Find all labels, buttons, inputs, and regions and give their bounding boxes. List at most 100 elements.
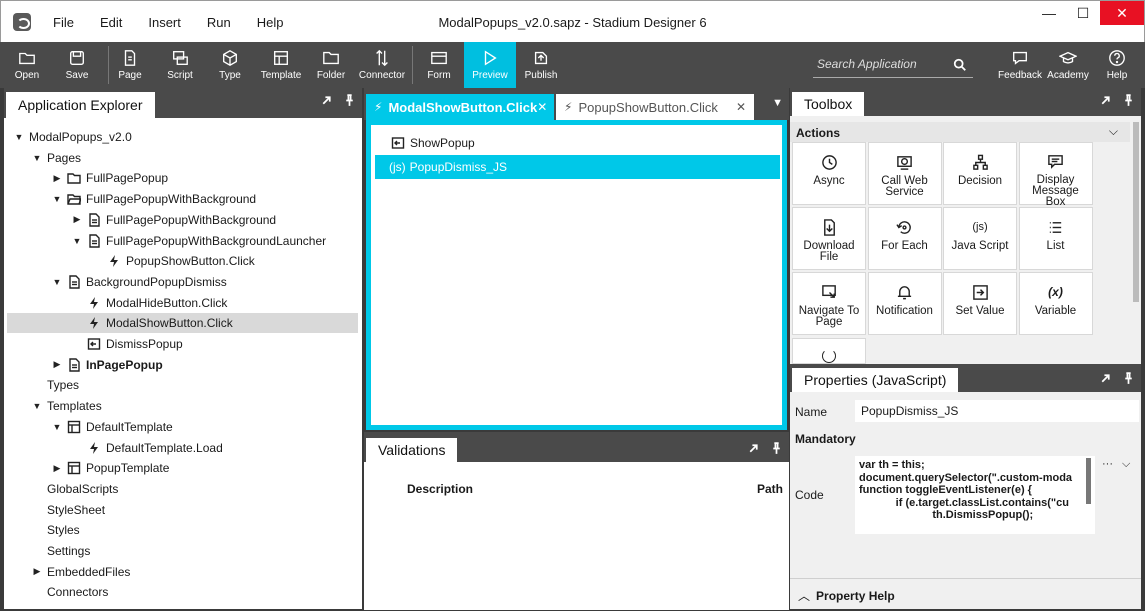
float-icon[interactable]: [747, 442, 760, 455]
close-button[interactable]: ✕: [1100, 1, 1144, 25]
expand-right-icon[interactable]: ▶: [51, 172, 63, 184]
page-button[interactable]: Page: [112, 42, 148, 88]
tree-item[interactable]: Styles: [7, 520, 358, 540]
tree-item[interactable]: StyleSheet: [7, 500, 358, 520]
tree-item[interactable]: ▼ Templates: [7, 396, 358, 416]
window-controls: — ☐ ✕: [1032, 1, 1144, 25]
expand-down-icon[interactable]: ▼: [13, 131, 25, 143]
toolbox-item-download-file[interactable]: Download File: [792, 207, 866, 270]
tree-item[interactable]: ▶ EmbeddedFiles: [7, 562, 358, 582]
close-tab-icon[interactable]: ✕: [537, 100, 547, 114]
open-button[interactable]: Open: [8, 42, 46, 88]
tab-overflow-icon[interactable]: ▼: [772, 97, 783, 109]
toolbox-item-display-message-box[interactable]: Display Message Box: [1018, 142, 1093, 208]
toolbox-item-label: Java Script: [951, 240, 1009, 252]
tree-item[interactable]: ▶ FullPagePopup: [7, 168, 358, 188]
toolbox-item-variable[interactable]: (x) Variable: [1018, 272, 1093, 335]
expand-down-icon[interactable]: ▼: [51, 193, 63, 205]
code-line-showpopup[interactable]: ShowPopup: [375, 131, 475, 155]
tree-item[interactable]: ModalShowButton.Click: [7, 313, 358, 334]
tree-item[interactable]: Connectors: [7, 582, 358, 602]
expand-right-icon[interactable]: ▶: [71, 214, 83, 226]
toolbox-item-notification[interactable]: Notification: [867, 272, 942, 335]
toolbox-item-set-value[interactable]: Set Value: [943, 272, 1017, 335]
pin-icon[interactable]: [343, 94, 356, 107]
page-icon: [120, 48, 140, 68]
folder-icon: [67, 171, 81, 185]
tab-modalshowbutton-click[interactable]: ⚡ ModalShowButton.Click ✕: [366, 94, 554, 120]
float-icon[interactable]: [1099, 94, 1112, 107]
tree-item[interactable]: ▶ InPagePopup: [7, 355, 358, 375]
tree-item[interactable]: ModalHideButton.Click: [7, 293, 358, 313]
column-path[interactable]: Path: [757, 482, 783, 496]
toolbox-item-partial[interactable]: [792, 338, 866, 364]
main-toolbar: Open Save Page Script Type Template Fold…: [0, 42, 1145, 88]
feedback-button[interactable]: Feedback: [994, 42, 1046, 88]
tree-item[interactable]: DefaultTemplate.Load: [7, 438, 358, 458]
tree-item[interactable]: ▼ Pages: [7, 148, 358, 168]
folder-button[interactable]: Folder: [314, 42, 348, 88]
tree-item-label: DefaultTemplate.Load: [106, 440, 223, 455]
tree-item-label: InPagePopup: [86, 357, 163, 372]
toolbox-item-call-web-service[interactable]: Call Web Service: [867, 142, 942, 205]
preview-button[interactable]: Preview: [464, 42, 516, 88]
expand-down-icon[interactable]: ▼: [31, 400, 43, 412]
float-icon[interactable]: [320, 94, 333, 107]
code-line-popupdismiss-js[interactable]: (js) PopupDismiss_JS: [375, 155, 780, 179]
toolbox-item-list[interactable]: List: [1018, 207, 1093, 270]
tree-item[interactable]: PopupShowButton.Click: [7, 251, 358, 271]
tree-item[interactable]: Types: [7, 375, 358, 395]
expand-down-icon[interactable]: ▼: [51, 421, 63, 433]
script-button[interactable]: Script: [160, 42, 200, 88]
pin-icon[interactable]: [770, 442, 783, 455]
tree-item[interactable]: ▼ FullPagePopupWithBackground: [7, 189, 358, 209]
tree-item[interactable]: ▼ ModalPopups_v2.0: [7, 127, 358, 147]
expand-right-icon[interactable]: ▶: [51, 462, 63, 474]
maximize-button[interactable]: ☐: [1066, 1, 1100, 25]
expand-down-icon[interactable]: ▼: [71, 235, 83, 247]
expand-down-icon[interactable]: ▼: [31, 152, 43, 164]
tab-popupshowbutton-click[interactable]: ⚡ PopupShowButton.Click ✕: [556, 94, 754, 120]
academy-button[interactable]: Academy: [1046, 42, 1090, 88]
type-button[interactable]: Type: [212, 42, 248, 88]
tree-item[interactable]: ▶ FullPagePopupWithBackground: [7, 210, 358, 230]
save-button[interactable]: Save: [58, 42, 96, 88]
form-button[interactable]: Form: [420, 42, 458, 88]
tree-item[interactable]: ▼ BackgroundPopupDismiss: [7, 272, 358, 292]
toolbox-item-decision[interactable]: Decision: [943, 142, 1017, 205]
float-icon[interactable]: [1099, 372, 1112, 385]
toolbox-scrollbar[interactable]: [1133, 122, 1139, 302]
toolbox-item-async[interactable]: Async: [792, 142, 866, 205]
actions-section-header[interactable]: Actions ⌵: [790, 122, 1130, 142]
tree-item[interactable]: GlobalScripts: [7, 479, 358, 499]
toolbox-item-for-each[interactable]: For Each: [867, 207, 942, 270]
pin-icon[interactable]: [1122, 94, 1135, 107]
expand-down-icon[interactable]: ▼: [51, 276, 63, 288]
tree-item[interactable]: ▶ PopupTemplate: [7, 458, 358, 478]
expand-right-icon[interactable]: ▶: [31, 566, 43, 578]
tree-item[interactable]: Settings: [7, 541, 358, 561]
more-options-icon[interactable]: ···: [1102, 458, 1113, 470]
expand-code-icon[interactable]: ⌵: [1122, 458, 1130, 471]
toolbox-item-navigate-to-page[interactable]: Navigate To Page: [792, 272, 866, 335]
publish-button[interactable]: Publish: [518, 42, 564, 88]
property-help-toggle[interactable]: ︿ Property Help: [798, 587, 895, 604]
toolbox-item-java-script[interactable]: (js) Java Script: [943, 207, 1017, 270]
expand-right-icon[interactable]: ▶: [51, 359, 63, 371]
search-input[interactable]: Search Application: [813, 54, 973, 78]
tree-item[interactable]: ▼ DefaultTemplate: [7, 417, 358, 437]
column-description[interactable]: Description: [407, 482, 473, 496]
close-tab-icon[interactable]: ✕: [736, 100, 746, 114]
name-field[interactable]: PopupDismiss_JS: [855, 400, 1139, 422]
tree-item[interactable]: DismissPopup: [7, 334, 358, 354]
mandatory-section: Mandatory: [795, 432, 856, 446]
pin-icon[interactable]: [1122, 372, 1135, 385]
tree-item[interactable]: ▼ FullPagePopupWithBackgroundLauncher: [7, 231, 358, 251]
minimize-button[interactable]: —: [1032, 1, 1066, 25]
template-button[interactable]: Template: [258, 42, 304, 88]
connector-button[interactable]: Connector: [356, 42, 408, 88]
help-button[interactable]: Help: [1100, 42, 1134, 88]
code-scrollbar[interactable]: [1086, 458, 1091, 504]
code-field[interactable]: var th = this; document.querySelector(".c…: [855, 456, 1095, 534]
